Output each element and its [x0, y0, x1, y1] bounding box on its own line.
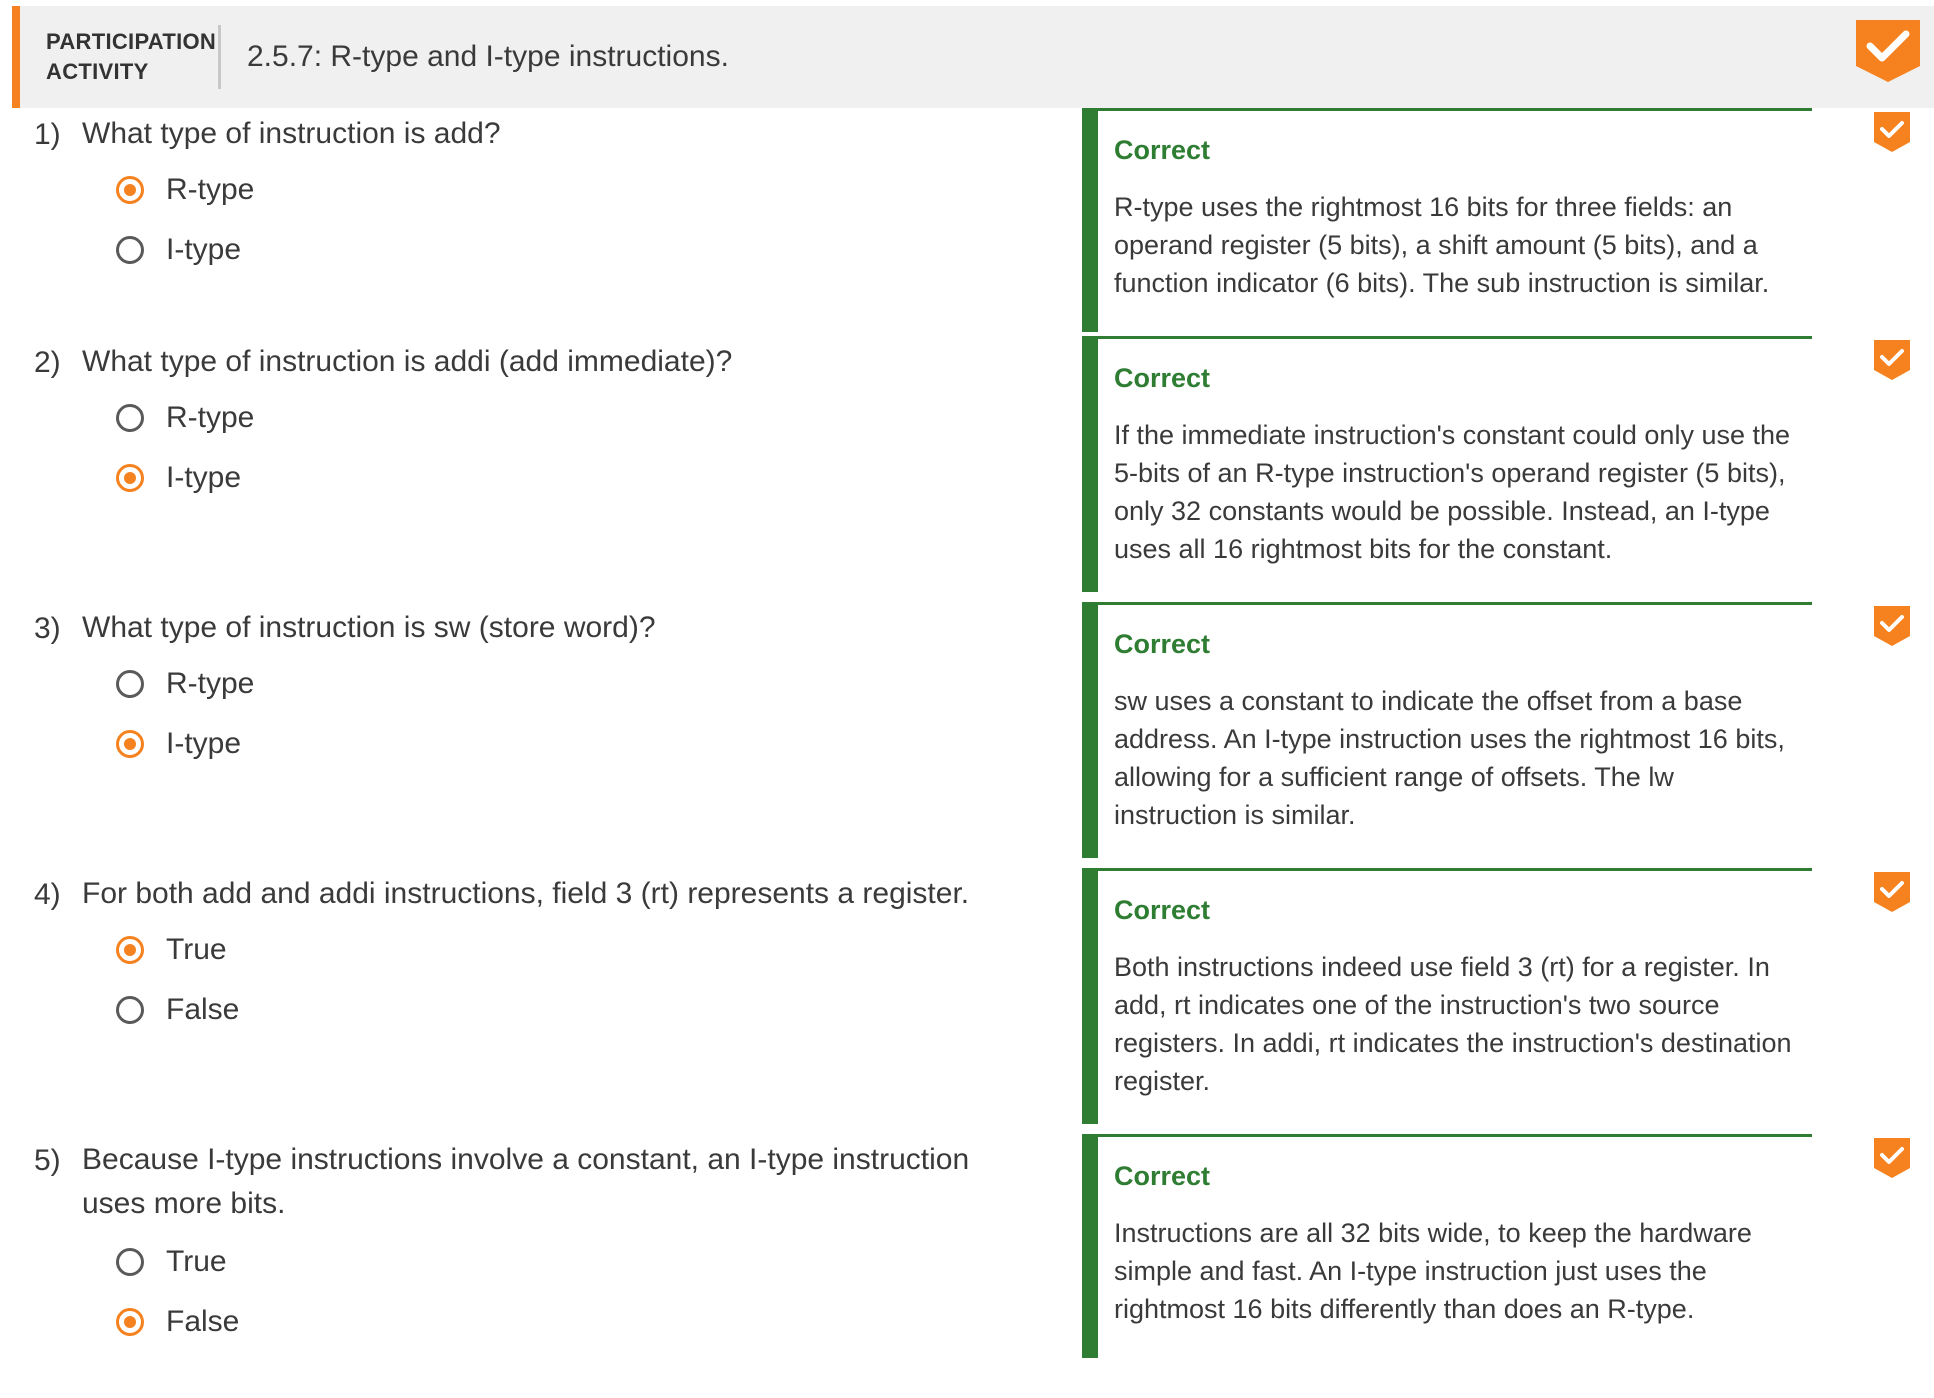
feedback-text: If the immediate instruction's constant … — [1114, 420, 1791, 564]
option-label: R-type — [166, 401, 255, 434]
option-r-type[interactable]: R-type — [116, 170, 254, 210]
question-text: For both add and addi instructions, fiel… — [82, 877, 970, 910]
activity-type-line1: PARTICIPATION — [46, 29, 217, 54]
option-label: I-type — [166, 233, 242, 266]
feedback-text: Both instructions indeed use field 3 (rt… — [1114, 952, 1792, 1096]
check-badge-icon — [1856, 20, 1920, 82]
check-icon — [1874, 872, 1910, 912]
feedback-title: Correct — [1114, 629, 1211, 659]
radio-unselected[interactable] — [116, 670, 144, 698]
radio-unselected[interactable] — [116, 236, 144, 264]
radio-unselected[interactable] — [116, 1248, 144, 1276]
option-i-type[interactable]: I-type — [116, 230, 241, 270]
feedback-title: Correct — [1114, 1161, 1211, 1191]
option-r-type[interactable]: R-type — [116, 398, 254, 438]
question-text: What type of instruction is sw (store wo… — [82, 611, 656, 644]
radio-selected[interactable] — [116, 730, 144, 758]
question-number: 3) — [34, 612, 61, 645]
activity-title: 2.5.7: R-type and I-type instructions. — [247, 40, 729, 73]
activity-type-line2: ACTIVITY — [46, 59, 149, 84]
option-label: True — [166, 933, 227, 966]
question-text: What type of instruction is addi (add im… — [82, 345, 733, 378]
feedback-correct: Correct sw uses a constant to indicate t… — [1082, 602, 1812, 858]
radio-selected[interactable] — [116, 176, 144, 204]
option-label: R-type — [166, 667, 255, 700]
feedback-text: R-type uses the rightmost 16 bits for th… — [1114, 192, 1770, 298]
option-false[interactable]: False — [116, 1302, 239, 1342]
check-icon — [1874, 606, 1910, 646]
question-text: What type of instruction is add? — [82, 117, 501, 150]
check-icon — [1874, 112, 1910, 152]
participation-activity: PARTICIPATION ACTIVITY 2.5.7: R-type and… — [6, 6, 1934, 1392]
radio-unselected[interactable] — [116, 404, 144, 432]
option-label: I-type — [166, 461, 242, 494]
question-number: 1) — [34, 118, 61, 151]
option-false[interactable]: False — [116, 990, 239, 1030]
radio-selected[interactable] — [116, 464, 144, 492]
activity-header: PARTICIPATION ACTIVITY 2.5.7: R-type and… — [12, 6, 1934, 108]
feedback-correct: Correct If the immediate instruction's c… — [1082, 336, 1812, 592]
feedback-text: Instructions are all 32 bits wide, to ke… — [1114, 1218, 1752, 1324]
feedback-title: Correct — [1114, 895, 1211, 925]
feedback-correct: Correct Instructions are all 32 bits wid… — [1082, 1134, 1812, 1358]
radio-selected[interactable] — [116, 936, 144, 964]
option-label: False — [166, 993, 240, 1026]
question-number: 5) — [34, 1144, 61, 1177]
option-r-type[interactable]: R-type — [116, 664, 254, 704]
option-true[interactable]: True — [116, 1242, 227, 1282]
option-label: False — [166, 1305, 240, 1338]
question-text: Because I-type instructions involve a co… — [82, 1143, 970, 1220]
feedback-correct: Correct Both instructions indeed use fie… — [1082, 868, 1812, 1124]
activity-type-label: PARTICIPATION ACTIVITY — [20, 27, 218, 87]
option-i-type[interactable]: I-type — [116, 458, 241, 498]
feedback-title: Correct — [1114, 135, 1211, 165]
option-label: True — [166, 1245, 227, 1278]
question-number: 2) — [34, 346, 61, 379]
option-true[interactable]: True — [116, 930, 227, 970]
question-number: 4) — [34, 878, 61, 911]
option-i-type[interactable]: I-type — [116, 724, 241, 764]
radio-selected[interactable] — [116, 1308, 144, 1336]
check-icon — [1874, 1138, 1910, 1178]
check-icon — [1874, 340, 1910, 380]
option-label: I-type — [166, 727, 242, 760]
radio-unselected[interactable] — [116, 996, 144, 1024]
header-divider — [218, 25, 221, 89]
feedback-title: Correct — [1114, 363, 1211, 393]
feedback-text: sw uses a constant to indicate the offse… — [1114, 686, 1785, 830]
option-label: R-type — [166, 173, 255, 206]
feedback-correct: Correct R-type uses the rightmost 16 bit… — [1082, 108, 1812, 332]
